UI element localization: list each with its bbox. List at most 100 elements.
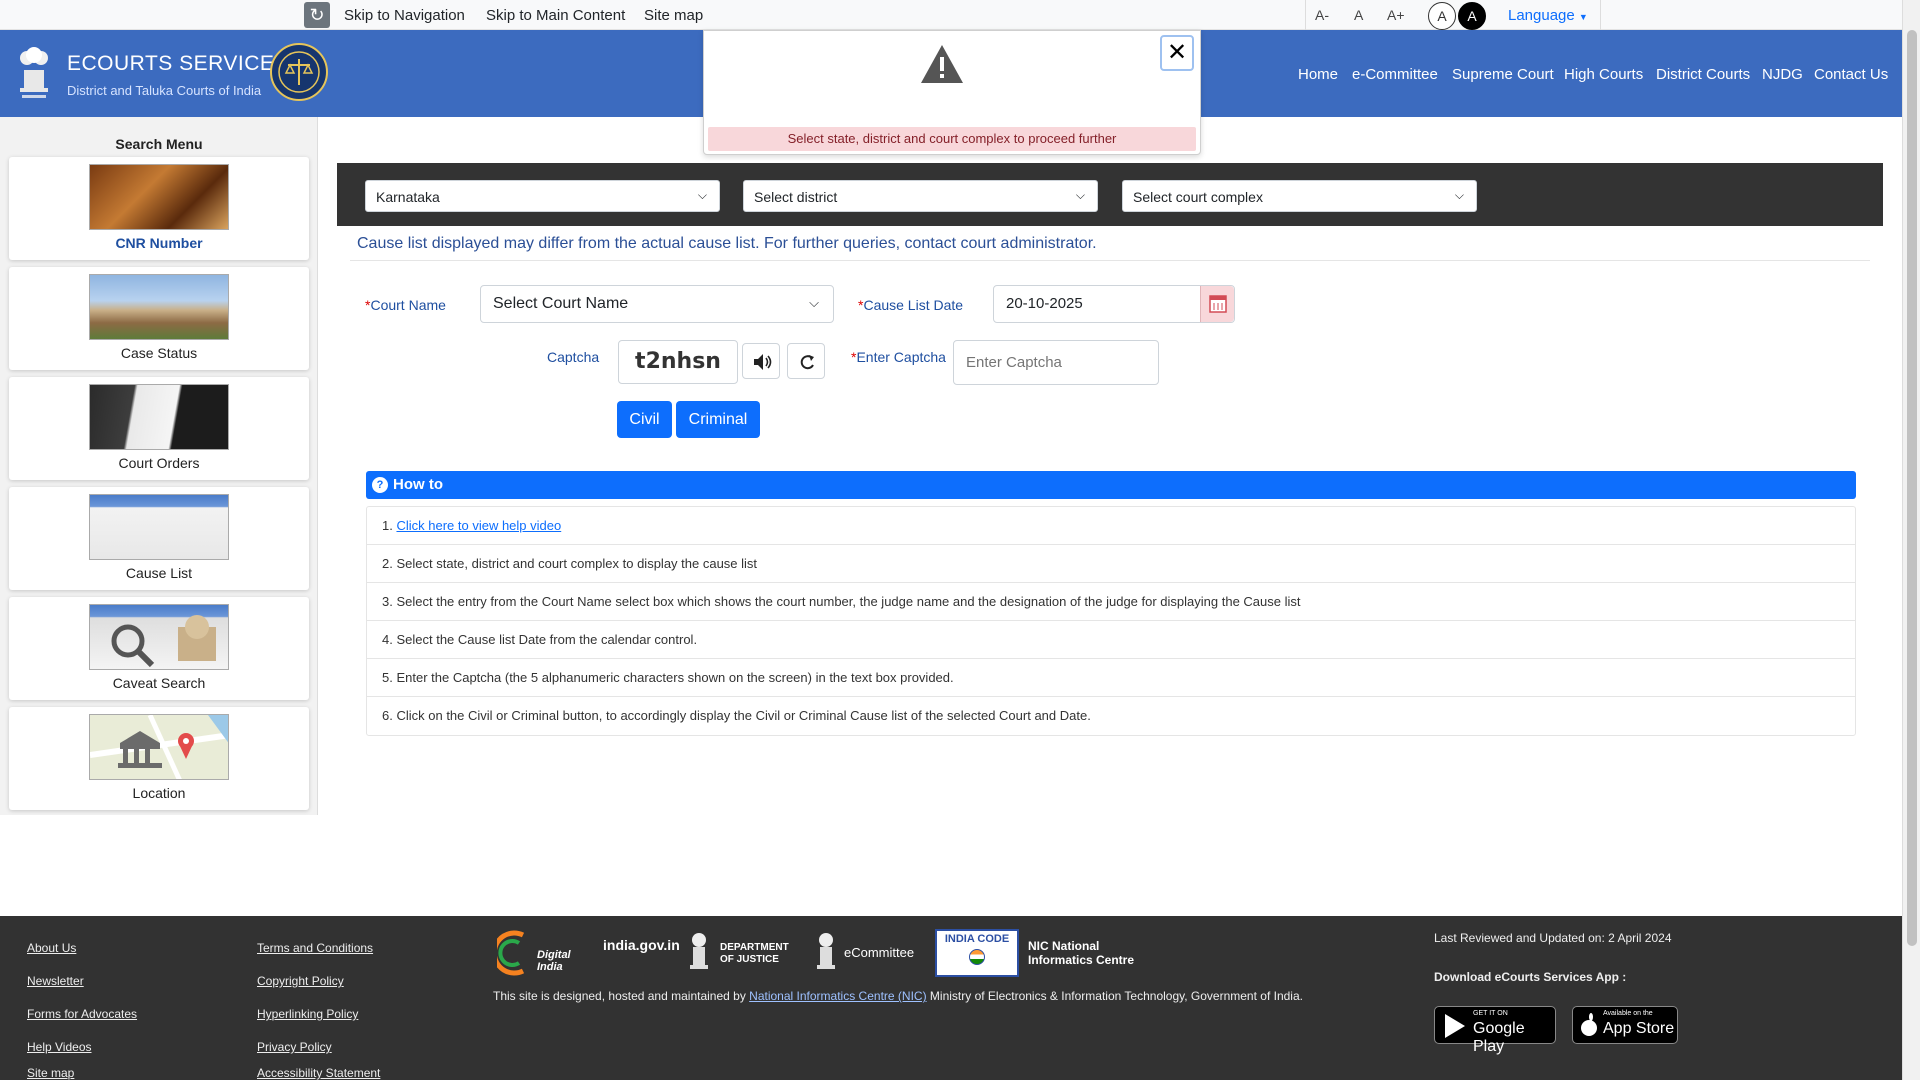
app-store-button[interactable]: Available on the App Store <box>1572 1006 1678 1044</box>
skip-main-content-link[interactable]: Skip to Main Content <box>486 7 625 24</box>
font-normal-button[interactable]: A <box>1354 7 1363 23</box>
hosted-by-suffix: Ministry of Electronics & Information Te… <box>929 989 1303 1003</box>
captcha-refresh-button[interactable] <box>787 343 825 379</box>
nav-district-courts[interactable]: District Courts <box>1656 66 1750 83</box>
list-item-number: 5. <box>382 670 393 685</box>
nic-link[interactable]: National Informatics Centre (NIC) <box>749 989 926 1003</box>
nav-supreme-court[interactable]: Supreme Court <box>1452 66 1554 83</box>
india-code-logo[interactable]: INDIA CODE <box>935 929 1019 977</box>
list-item-number: 3. <box>382 594 393 609</box>
nic-logo[interactable]: NIC National Informatics Centre <box>1028 929 1146 977</box>
scrollbar-thumb[interactable] <box>1907 30 1917 946</box>
sidebar-item-caveat-search[interactable]: Caveat Search <box>9 597 309 700</box>
divider <box>350 260 1870 261</box>
location-selector-bar: Karnataka ⌵ Select district ⌵ Select cou… <box>337 163 1883 226</box>
list-item-number: 2. <box>382 556 393 571</box>
india-code-logo-text: INDIA CODE <box>944 933 1010 945</box>
close-icon: ✕ <box>1166 39 1188 66</box>
contrast-dark-button[interactable]: A <box>1458 2 1486 30</box>
digital-india-logo[interactable]: Digital India <box>497 929 589 977</box>
footer-link-help-videos[interactable]: Help Videos <box>27 1040 92 1054</box>
district-select-value: Select district <box>754 189 838 205</box>
font-increase-button[interactable]: A+ <box>1387 7 1405 23</box>
district-select[interactable]: Select district ⌵ <box>743 180 1098 212</box>
nav-high-courts[interactable]: High Courts <box>1564 66 1643 83</box>
criminal-button[interactable]: Criminal <box>676 401 760 438</box>
enter-captcha-label-text: Enter Captcha <box>856 349 946 365</box>
app-store-text: App Store <box>1603 1020 1675 1037</box>
calendar-button[interactable] <box>1200 286 1234 322</box>
google-play-small-text: GET IT ON <box>1473 1010 1508 1017</box>
emblem-icon <box>817 933 835 969</box>
skip-navigation-link[interactable]: Skip to Navigation <box>344 7 465 24</box>
close-modal-button[interactable]: ✕ <box>1160 35 1194 71</box>
footer-link-hyperlinking-policy[interactable]: Hyperlinking Policy <box>257 1007 358 1021</box>
chevron-down-icon: ⌵ <box>697 188 707 202</box>
court-complex-select[interactable]: Select court complex ⌵ <box>1122 180 1477 212</box>
apple-icon <box>1581 1013 1597 1036</box>
nav-njdg[interactable]: NJDG <box>1762 66 1803 83</box>
chevron-down-icon: ⌵ <box>1454 188 1464 202</box>
site-title[interactable]: ECOURTS SERVICES <box>67 52 289 76</box>
footer-link-accessibility-statement[interactable]: Accessibility Statement <box>257 1066 380 1080</box>
list-item: 1. Click here to view help video <box>367 507 1855 545</box>
footer-link-about-us[interactable]: About Us <box>27 941 76 955</box>
captcha-audio-button[interactable] <box>742 343 780 379</box>
footer-link-privacy-policy[interactable]: Privacy Policy <box>257 1040 332 1054</box>
civil-button[interactable]: Civil <box>617 401 672 438</box>
court-name-select[interactable]: Select Court Name ⌵ <box>480 285 834 323</box>
cause-list-image <box>89 494 229 560</box>
india-gov-logo[interactable]: india.gov.in <box>603 929 680 977</box>
national-emblem-icon <box>20 47 48 98</box>
footer-link-site-map[interactable]: Site map <box>27 1066 74 1080</box>
sidebar-item-location[interactable]: Location <box>9 707 309 810</box>
court-name-select-value: Select Court Name <box>493 295 629 312</box>
court-complex-select-value: Select court complex <box>1133 189 1263 205</box>
font-decrease-button[interactable]: A- <box>1315 7 1329 23</box>
court-orders-image <box>89 384 229 450</box>
captcha-label: Captcha <box>547 349 600 365</box>
sidebar-item-label: CNR Number <box>115 235 203 251</box>
sidebar-item-label: Location <box>132 785 186 801</box>
list-item-number: 4. <box>382 632 393 647</box>
chevron-down-icon: ⌵ <box>809 295 819 310</box>
footer-link-copyright-policy[interactable]: Copyright Policy <box>257 974 344 988</box>
download-app-text: Download eCourts Services App : <box>1434 970 1627 984</box>
site-footer: About Us Newsletter Forms for Advocates … <box>0 916 1902 1080</box>
last-updated-text: Last Reviewed and Updated on: 2 April 20… <box>1434 931 1672 945</box>
cause-list-date-label: *Cause List Date <box>858 297 963 313</box>
list-item-text: Select the Cause list Date from the cale… <box>396 632 698 647</box>
chevron-down-icon: ⌵ <box>1075 188 1085 202</box>
court-name-label-text: Court Name <box>370 297 446 313</box>
site-map-link[interactable]: Site map <box>644 7 703 24</box>
nav-contact-us[interactable]: Contact Us <box>1814 66 1888 83</box>
google-play-button[interactable]: GET IT ON Google Play <box>1434 1006 1556 1055</box>
captcha-input[interactable] <box>953 340 1159 385</box>
page-scrollbar[interactable] <box>1902 0 1920 1080</box>
state-select[interactable]: Karnataka ⌵ <box>365 180 720 212</box>
contrast-light-button[interactable]: A <box>1428 2 1456 30</box>
list-item-text: Select state, district and court complex… <box>396 556 758 571</box>
refresh-icon[interactable]: ↻ <box>304 2 330 28</box>
list-item-number: 6. <box>382 708 393 723</box>
ecommittee-logo[interactable]: eCommittee <box>814 929 929 977</box>
nav-home[interactable]: Home <box>1298 66 1338 83</box>
nav-e-committee[interactable]: e-Committee <box>1352 66 1438 83</box>
tricolor-wheel-icon <box>969 949 985 965</box>
department-of-justice-logo[interactable]: DEPARTMENT OF JUSTICE <box>686 929 801 977</box>
search-menu-sidebar: Search Menu CNR Number Case Status Court… <box>0 117 318 815</box>
footer-link-terms[interactable]: Terms and Conditions <box>257 941 373 955</box>
footer-link-newsletter[interactable]: Newsletter <box>27 974 84 988</box>
cause-list-date-input[interactable]: 20-10-2025 <box>993 285 1235 323</box>
sidebar-item-cause-list[interactable]: Cause List <box>9 487 309 590</box>
hosted-by-text: This site is designed, hosted and mainta… <box>493 989 1303 1003</box>
emblem-icon <box>690 933 708 969</box>
help-video-link[interactable]: Click here to view help video <box>396 518 561 533</box>
footer-link-forms-for-advocates[interactable]: Forms for Advocates <box>27 1007 137 1021</box>
sidebar-item-cnr-number[interactable]: CNR Number <box>9 157 309 260</box>
language-dropdown[interactable]: Language ▼ <box>1508 7 1588 24</box>
sidebar-item-case-status[interactable]: Case Status <box>9 267 309 370</box>
sidebar-item-court-orders[interactable]: Court Orders <box>9 377 309 480</box>
enter-captcha-label: *Enter Captcha <box>851 349 946 365</box>
digital-india-logo-text: Digital India <box>537 949 571 973</box>
